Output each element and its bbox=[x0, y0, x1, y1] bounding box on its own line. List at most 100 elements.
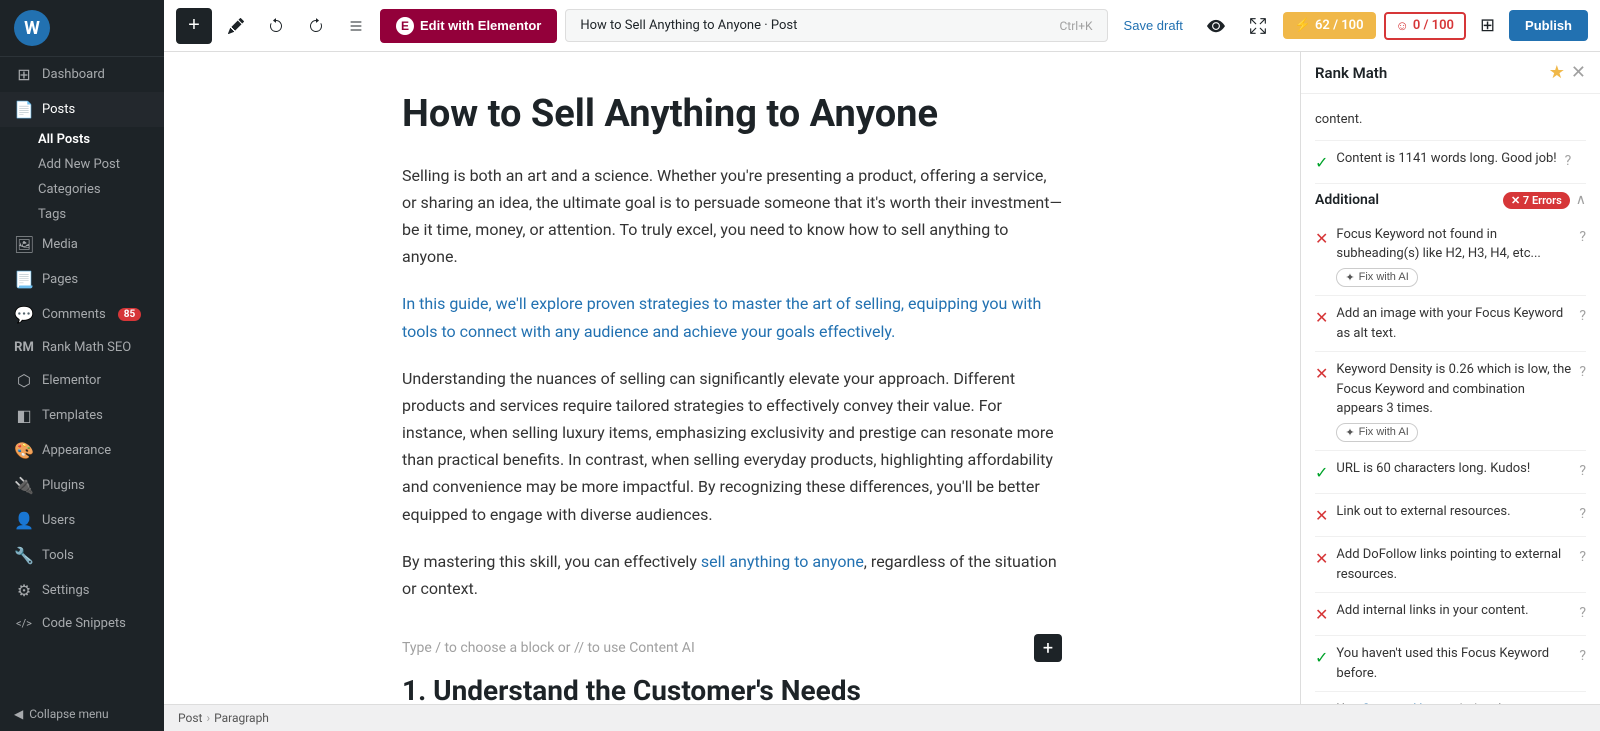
collapse-menu-button[interactable]: ◀ Collapse menu bbox=[0, 697, 164, 731]
dashboard-icon: ⊞ bbox=[14, 65, 34, 84]
face-icon: ☺ bbox=[1396, 18, 1409, 34]
preview-button[interactable] bbox=[1199, 11, 1233, 41]
sidebar-item-comments[interactable]: 💬 Comments 85 bbox=[0, 297, 164, 332]
block-placeholder-text: Type / to choose a block or // to use Co… bbox=[402, 640, 695, 656]
sidebar-item-settings[interactable]: ⚙ Settings bbox=[0, 573, 164, 608]
editor-area: How to Sell Anything to Anyone Selling i… bbox=[164, 52, 1600, 704]
post-title-bar[interactable]: How to Sell Anything to Anyone · Post Ct… bbox=[565, 9, 1107, 42]
error-icon: ✕ bbox=[1315, 362, 1328, 386]
rankmath-list-item: ✕Add DoFollow links pointing to external… bbox=[1315, 537, 1586, 593]
error-icon: ✕ bbox=[1315, 227, 1328, 251]
sidebar-item-add-new-post[interactable]: Add New Post bbox=[30, 152, 164, 177]
elementor-logo: E bbox=[396, 17, 414, 35]
sidebar-item-categories[interactable]: Categories bbox=[30, 177, 164, 202]
settings-panel-button[interactable]: ⊞ bbox=[1474, 9, 1501, 42]
sidebar-item-code-snippets[interactable]: </> Code Snippets bbox=[0, 608, 164, 639]
help-question-icon[interactable]: ? bbox=[1579, 306, 1586, 327]
post-title-text: How to Sell Anything to Anyone · Post bbox=[580, 18, 797, 33]
fix-with-ai-button[interactable]: ✦ Fix with AI bbox=[1336, 423, 1417, 442]
help-icon[interactable]: ? bbox=[1565, 151, 1572, 172]
fullscreen-button[interactable] bbox=[1241, 11, 1275, 41]
add-block-button[interactable]: + bbox=[176, 8, 212, 44]
sidebar-item-dashboard[interactable]: ⊞ Dashboard bbox=[0, 57, 164, 92]
breadcrumb: Post › Paragraph bbox=[178, 711, 269, 725]
comments-icon: 💬 bbox=[14, 305, 34, 324]
close-icon[interactable]: ✕ bbox=[1571, 62, 1586, 83]
seo-score-badge[interactable]: ⚡ 62 / 100 bbox=[1283, 12, 1376, 39]
media-icon: 🖼 bbox=[14, 235, 34, 254]
success-check-icon: ✓ bbox=[1315, 461, 1328, 485]
toolbar: + E Edit with Elementor How to Sell Anyt… bbox=[164, 0, 1600, 52]
breadcrumb-separator: › bbox=[206, 711, 210, 725]
block-appender[interactable]: Type / to choose a block or // to use Co… bbox=[402, 622, 1062, 674]
chevron-up-icon: ∧ bbox=[1576, 192, 1586, 208]
errors-badge: ✕ 7 Errors bbox=[1503, 192, 1570, 209]
rankmath-list-item: ✕Add an image with your Focus Keyword as… bbox=[1315, 296, 1586, 352]
additional-section-header[interactable]: Additional ✕ 7 Errors ∧ bbox=[1315, 184, 1586, 217]
rankmath-panel: Rank Math ★ ✕ content. ✓ Content is 1141… bbox=[1300, 52, 1600, 704]
sidebar-item-posts[interactable]: 📄 Posts bbox=[0, 92, 164, 127]
help-question-icon[interactable]: ? bbox=[1579, 227, 1586, 248]
editor-pane[interactable]: How to Sell Anything to Anyone Selling i… bbox=[164, 52, 1300, 704]
sidebar-item-elementor[interactable]: ⬡ Elementor bbox=[0, 363, 164, 398]
wordpress-logo: W bbox=[14, 10, 50, 46]
breadcrumb-post[interactable]: Post bbox=[178, 711, 202, 725]
code-icon: </> bbox=[14, 617, 34, 630]
redo-button[interactable] bbox=[300, 12, 332, 40]
tools-icon: 🔧 bbox=[14, 546, 34, 565]
sidebar-item-appearance[interactable]: 🎨 Appearance bbox=[0, 433, 164, 468]
help-question-icon[interactable]: ? bbox=[1579, 547, 1586, 568]
help-question-icon[interactable]: ? bbox=[1579, 646, 1586, 667]
settings-icon: ⚙ bbox=[14, 581, 34, 600]
error-icon: ✕ bbox=[1315, 547, 1328, 571]
rankmath-title: Rank Math bbox=[1315, 64, 1387, 82]
list-view-button[interactable] bbox=[340, 12, 372, 40]
rankmath-list-item: ✕Add internal links in your content.? bbox=[1315, 593, 1586, 636]
post-heading[interactable]: How to Sell Anything to Anyone bbox=[402, 92, 1062, 138]
status-bar: Post › Paragraph bbox=[164, 704, 1600, 731]
breadcrumb-paragraph[interactable]: Paragraph bbox=[214, 711, 269, 725]
edit-pencil-button[interactable] bbox=[220, 12, 252, 40]
plugins-icon: 🔌 bbox=[14, 476, 34, 495]
help-question-icon[interactable]: ? bbox=[1579, 603, 1586, 624]
sidebar-item-plugins[interactable]: 🔌 Plugins bbox=[0, 468, 164, 503]
undo-button[interactable] bbox=[260, 12, 292, 40]
add-block-plus-button[interactable]: + bbox=[1034, 634, 1062, 662]
help-question-icon[interactable]: ? bbox=[1579, 362, 1586, 383]
paragraph-2[interactable]: In this guide, we'll explore proven stra… bbox=[402, 290, 1062, 344]
ai-icon: ✦ bbox=[1345, 426, 1354, 439]
sidebar-item-pages[interactable]: 📃 Pages bbox=[0, 262, 164, 297]
sidebar-item-all-posts[interactable]: All Posts bbox=[30, 127, 164, 152]
rankmath-items: ✕Focus Keyword not found in subheading(s… bbox=[1315, 217, 1586, 705]
rankmath-list-item: ✓URL is 60 characters long. Kudos!? bbox=[1315, 451, 1586, 494]
templates-icon: ◧ bbox=[14, 406, 34, 425]
rankmath-list-item: ✓You haven't used this Focus Keyword bef… bbox=[1315, 636, 1586, 692]
additional-label: Additional bbox=[1315, 192, 1379, 208]
help-question-icon[interactable]: ? bbox=[1579, 461, 1586, 482]
star-icon[interactable]: ★ bbox=[1549, 62, 1565, 83]
comments-badge: 85 bbox=[118, 308, 141, 321]
paragraph-3[interactable]: Understanding the nuances of selling can… bbox=[402, 365, 1062, 528]
rankmath-list-item: ✕Link out to external resources.? bbox=[1315, 494, 1586, 537]
sidebar-item-templates[interactable]: ◧ Templates bbox=[0, 398, 164, 433]
sidebar-item-media[interactable]: 🖼 Media bbox=[0, 227, 164, 262]
save-draft-button[interactable]: Save draft bbox=[1116, 12, 1191, 39]
help-question-icon[interactable]: ? bbox=[1579, 504, 1586, 525]
readability-score-badge[interactable]: ☺ 0 / 100 bbox=[1384, 12, 1466, 40]
paragraph-4[interactable]: By mastering this skill, you can effecti… bbox=[402, 548, 1062, 602]
subheading-1[interactable]: 1. Understand the Customer's Needs bbox=[402, 674, 1062, 704]
paragraph-1[interactable]: Selling is both an art and a science. Wh… bbox=[402, 162, 1062, 271]
sidebar-item-users[interactable]: 👤 Users bbox=[0, 503, 164, 538]
rankmath-word-count: ✓ Content is 1141 words long. Good job! … bbox=[1315, 141, 1586, 184]
rankmath-header: Rank Math ★ ✕ bbox=[1301, 52, 1600, 94]
sidebar-item-rankmath[interactable]: RM Rank Math SEO bbox=[0, 332, 164, 363]
publish-button[interactable]: Publish bbox=[1509, 10, 1588, 41]
posts-icon: 📄 bbox=[14, 100, 34, 119]
edit-with-elementor-button[interactable]: E Edit with Elementor bbox=[380, 9, 557, 43]
fix-with-ai-button[interactable]: ✦ Fix with AI bbox=[1336, 268, 1417, 287]
sidebar-logo: W bbox=[0, 0, 164, 57]
main-area: + E Edit with Elementor How to Sell Anyt… bbox=[164, 0, 1600, 731]
rankmath-list-item: ✕Focus Keyword not found in subheading(s… bbox=[1315, 217, 1586, 297]
sidebar-item-tags[interactable]: Tags bbox=[30, 202, 164, 227]
sidebar-item-tools[interactable]: 🔧 Tools bbox=[0, 538, 164, 573]
